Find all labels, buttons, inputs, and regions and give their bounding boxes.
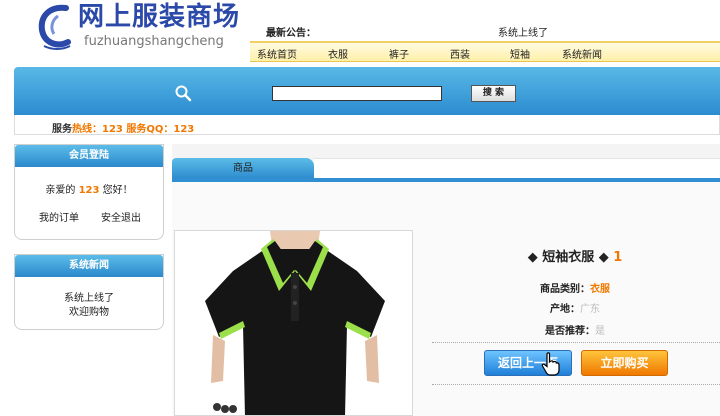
recommend-label: 是否推荐： — [545, 326, 595, 337]
product-name-text: ◆ 短袖衣服 ◆ — [527, 250, 614, 265]
welcome-message: 亲爱的 123 您好！ — [15, 181, 163, 196]
search-button[interactable]: 搜 索 — [471, 85, 516, 102]
origin-label: 产地： — [550, 304, 580, 315]
product-origin-row: 产地：广东 — [430, 300, 720, 315]
logout-link[interactable]: 安全退出 — [101, 209, 141, 224]
hotline-number: ：123 服务 — [92, 124, 147, 135]
hand-cursor-icon — [541, 352, 560, 376]
logo-title: 网上服装商场 — [78, 2, 241, 32]
news-item[interactable]: 系统上线了 — [15, 289, 163, 304]
username: 123 — [78, 185, 100, 196]
product-name: ◆ 短袖衣服 ◆ 1 — [430, 246, 720, 265]
notice-label: 最新公告： — [266, 28, 316, 39]
nav-item-short-sleeve[interactable]: 短袖 — [510, 46, 530, 61]
search-icon — [175, 85, 192, 102]
product-image — [174, 230, 413, 416]
recommend-value: 是 — [595, 326, 605, 337]
welcome-prefix: 亲爱的 — [45, 185, 79, 196]
divider — [432, 384, 720, 385]
system-news-panel: 系统新闻 系统上线了 欢迎购物 — [14, 254, 164, 330]
logo-subtitle: fuzhuangshangcheng — [84, 34, 224, 49]
product-recommend-row: 是否推荐：是 — [430, 322, 720, 337]
buy-now-button[interactable]: 立即购买 — [581, 350, 668, 376]
hotline-qq: QQ — [146, 124, 164, 135]
member-login-panel: 会员登陆 亲爱的 123 您好！ 我的订单 安全退出 — [14, 144, 164, 240]
my-orders-link[interactable]: 我的订单 — [39, 209, 79, 224]
news-item[interactable]: 欢迎购物 — [15, 303, 163, 318]
welcome-suffix: 您好！ — [99, 185, 133, 196]
polo-shirt-illustration — [205, 231, 385, 415]
search-input[interactable] — [272, 86, 442, 101]
product-category-row: 商品类别：衣服 — [430, 280, 720, 295]
divider — [432, 342, 720, 343]
service-hotline: 服务热线：123 服务QQ：123 — [52, 120, 194, 135]
nav-item-suits[interactable]: 西装 — [450, 46, 470, 61]
hotline-qq-number: ：123 — [163, 124, 195, 135]
hotline-prefix: 服务 — [52, 124, 72, 135]
nav-item-home[interactable]: 系统首页 — [257, 46, 297, 61]
nav-item-news[interactable]: 系统新闻 — [562, 46, 602, 61]
notice-text[interactable]: 系统上线了 — [498, 24, 548, 39]
product-id: 1 — [613, 250, 623, 265]
tab-strip — [314, 158, 720, 179]
category-label: 商品类别： — [540, 284, 590, 295]
nav-item-pants[interactable]: 裤子 — [389, 46, 409, 61]
nav-item-clothes[interactable]: 衣服 — [328, 46, 348, 61]
hotline-hot: 热线 — [72, 124, 92, 135]
logo-mark-icon — [38, 4, 71, 50]
main-nav — [250, 41, 720, 62]
category-value: 衣服 — [590, 284, 610, 295]
origin-value: 广东 — [580, 304, 600, 315]
news-panel-title: 系统新闻 — [15, 255, 163, 277]
login-panel-title: 会员登陆 — [15, 145, 163, 167]
tab-products[interactable]: 商品 — [172, 158, 314, 180]
